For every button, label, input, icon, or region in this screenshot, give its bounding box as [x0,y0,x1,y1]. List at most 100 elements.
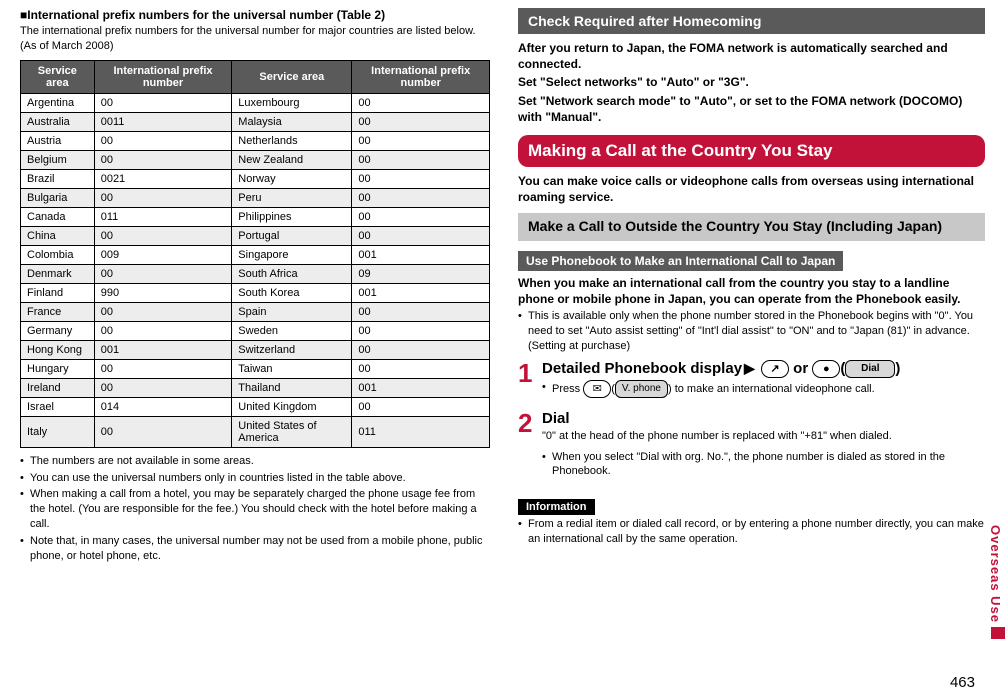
table-cell: Italy [21,416,95,447]
table-row: Hungary00Taiwan00 [21,359,490,378]
dial-softkey: Dial [845,360,895,378]
step-1-or: or [793,360,812,377]
right-arrow-icon: ▶ [742,360,757,376]
table-cell: New Zealand [232,150,352,169]
information-text: From a redial item or dialed call record… [518,517,985,547]
right-column: Check Required after Homecoming After yo… [518,8,985,668]
table-cell: Luxembourg [232,93,352,112]
table-row: Ireland00Thailand001 [21,378,490,397]
table-cell: 001 [94,340,232,359]
table-cell: 00 [94,302,232,321]
heading-outside-country: Make a Call to Outside the Country You S… [518,213,985,241]
table-cell: 990 [94,283,232,302]
table-cell: South Africa [232,264,352,283]
th-area1: Service area [21,60,95,93]
mail-key-icon: ✉ [583,380,611,398]
table-cell: 00 [94,264,232,283]
table-cell: 09 [352,264,490,283]
table-row: Australia0011Malaysia00 [21,112,490,131]
table-row: Colombia009Singapore001 [21,245,490,264]
table-cell: 00 [94,150,232,169]
table-cell: Canada [21,207,95,226]
left-column: ■International prefix numbers for the un… [20,8,490,668]
table-row: Brazil0021Norway00 [21,169,490,188]
note-item: When making a call from a hotel, you may… [20,487,490,532]
table-cell: 00 [352,226,490,245]
table-cell: Spain [232,302,352,321]
table-row: Finland990South Korea001 [21,283,490,302]
table-row: Bulgaria00Peru00 [21,188,490,207]
table-cell: Bulgaria [21,188,95,207]
step-2-line-2: When you select "Dial with org. No.", th… [542,450,985,480]
table-cell: 00 [352,397,490,416]
table-cell: 001 [352,245,490,264]
table-cell: France [21,302,95,321]
table-row: Argentina00Luxembourg00 [21,93,490,112]
table-cell: Finland [21,283,95,302]
table-cell: Germany [21,321,95,340]
step-2-number: 2 [518,410,542,436]
table-cell: Netherlands [232,131,352,150]
table-row: Israel014United Kingdom00 [21,397,490,416]
table2-notes: The numbers are not available in some ar… [20,454,490,564]
heading-use-phonebook: Use Phonebook to Make an International C… [518,251,843,271]
table-cell: China [21,226,95,245]
table-cell: 00 [352,93,490,112]
heading-making-call: Making a Call at the Country You Stay [518,135,985,167]
table-cell: Portugal [232,226,352,245]
table2-heading: ■International prefix numbers for the un… [20,8,490,22]
table-cell: 00 [94,93,232,112]
table-cell: Australia [21,112,95,131]
information-label: Information [518,499,595,515]
step-2-line-1: "0" at the head of the phone number is r… [542,429,985,444]
table-cell: 00 [352,169,490,188]
table-cell: 00 [94,188,232,207]
table-cell: 0011 [94,112,232,131]
table-cell: Hong Kong [21,340,95,359]
prefix-table: Service area International prefix number… [20,60,490,448]
table-cell: 011 [352,416,490,447]
table-cell: Switzerland [232,340,352,359]
table-cell: 00 [94,378,232,397]
table-cell: 00 [352,359,490,378]
table-cell: United States of America [232,416,352,447]
step-1-title: Detailed Phonebook display▶ ↗ or ●(Dial) [542,360,985,378]
table-cell: 0021 [94,169,232,188]
check-line-2: Set "Select networks" to "Auto" or "3G". [518,74,985,90]
note-item: The numbers are not available in some ar… [20,454,490,469]
th-area2: Service area [232,60,352,93]
vphone-softkey: V. phone [615,380,668,398]
table-row: Germany00Sweden00 [21,321,490,340]
table-cell: 001 [352,378,490,397]
table-cell: Austria [21,131,95,150]
table-row: Austria00Netherlands00 [21,131,490,150]
table-cell: 00 [94,131,232,150]
table-cell: 00 [94,226,232,245]
step-2: 2 Dial "0" at the head of the phone numb… [518,410,985,486]
th-num1: International prefix number [94,60,232,93]
making-call-lead: You can make voice calls or videophone c… [518,173,985,205]
page-number: 463 [950,674,975,691]
table-cell: 00 [352,112,490,131]
table-row: Canada011Philippines00 [21,207,490,226]
table-cell: 00 [352,321,490,340]
step-1-note: Press ✉(V. phone) to make an internation… [542,380,985,398]
table-cell: United Kingdom [232,397,352,416]
table-cell: 00 [352,150,490,169]
step-1: 1 Detailed Phonebook display▶ ↗ or ●(Dia… [518,360,985,404]
table-cell: 00 [352,302,490,321]
table-cell: Philippines [232,207,352,226]
table-row: Italy00United States of America011 [21,416,490,447]
table-row: Belgium00New Zealand00 [21,150,490,169]
table-cell: Norway [232,169,352,188]
note-item: Note that, in many cases, the universal … [20,534,490,564]
note-item: You can use the universal numbers only i… [20,471,490,486]
table-cell: 011 [94,207,232,226]
table-cell: 00 [352,340,490,359]
table-cell: 014 [94,397,232,416]
side-tab-label: Overseas Use [988,525,1003,623]
heading-check-required: Check Required after Homecoming [518,8,985,34]
table-row: France00Spain00 [21,302,490,321]
table-cell: Sweden [232,321,352,340]
table-cell: 00 [94,321,232,340]
